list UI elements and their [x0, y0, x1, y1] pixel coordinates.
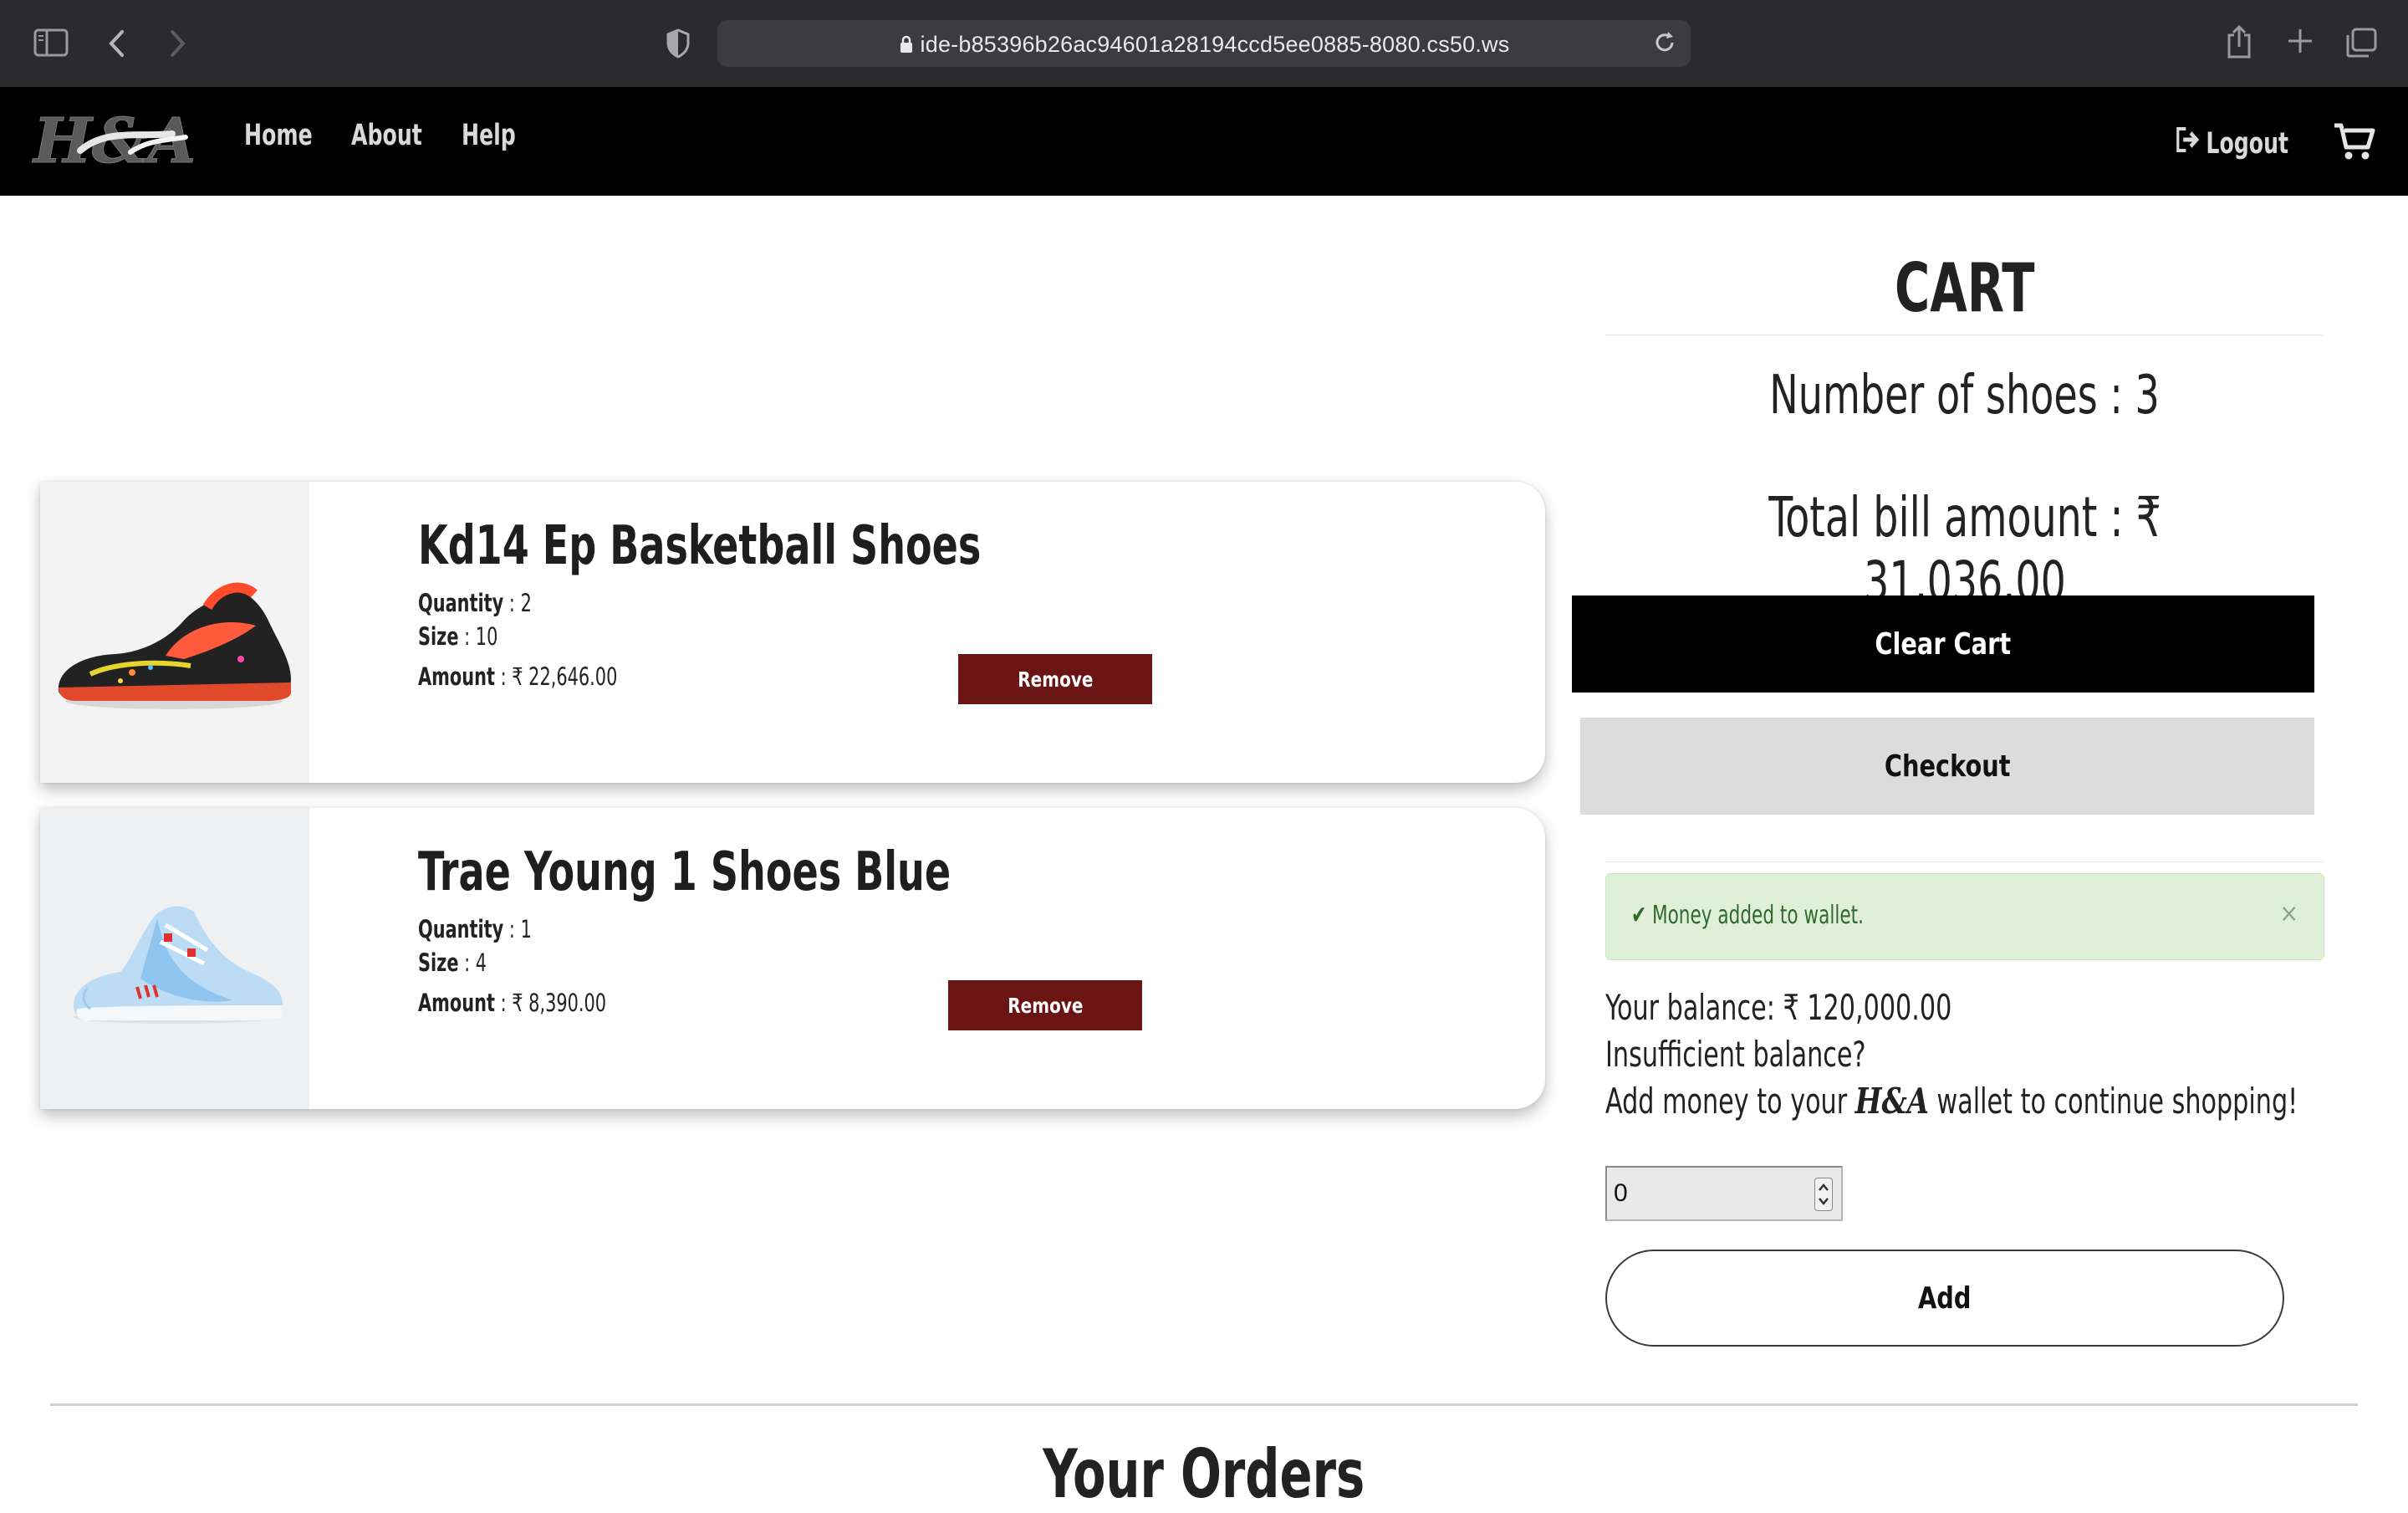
nav-link-about[interactable]: About — [351, 119, 422, 152]
remove-label: Remove — [1017, 667, 1094, 692]
product-image-trae-young — [40, 808, 309, 1109]
number-of-shoes: Number of shoes : 3 — [1605, 365, 2324, 427]
logout-link[interactable]: Logout — [2174, 125, 2288, 161]
amount-value: ₹ 8,390.00 — [512, 989, 607, 1017]
checkout-button[interactable]: Checkout — [1580, 718, 2314, 815]
wallet-balance: Your balance: ₹ 120,000.00 — [1605, 987, 1952, 1028]
remove-label: Remove — [1007, 993, 1084, 1018]
quantity-value: 1 — [520, 915, 532, 943]
wallet-amount-value: 0 — [1614, 1179, 1628, 1207]
amount-label: Amount — [418, 662, 495, 691]
orders-divider — [50, 1403, 2358, 1406]
share-icon[interactable] — [2226, 23, 2252, 64]
add-money-prefix: Add money to your — [1605, 1081, 1848, 1122]
url-value: ide-b85396b26ac94601a28194ccd5ee0885-808… — [920, 32, 1510, 57]
quantity-line: Quantity : 1 — [418, 915, 532, 943]
checkout-label: Checkout — [1884, 749, 2011, 784]
product-title: Trae Young 1 Shoes Blue — [418, 841, 951, 903]
number-of-shoes-text: Number of shoes : 3 — [1769, 365, 2161, 427]
amount-line: Amount : ₹ 22,646.00 — [418, 662, 618, 691]
clear-cart-label: Clear Cart — [1875, 626, 2012, 662]
remove-button[interactable]: Remove — [958, 654, 1152, 704]
orders-title: Your Orders — [0, 1435, 2408, 1513]
site-logo[interactable]: H&A — [30, 104, 196, 179]
orders-title-text: Your Orders — [1043, 1435, 1365, 1513]
size-value: 10 — [475, 622, 498, 651]
site-navbar: H&A Home About Help Logout — [0, 87, 2408, 196]
amount-label: Amount — [418, 989, 495, 1017]
size-line: Size : 10 — [418, 622, 498, 651]
cart-title-text: CART — [1895, 249, 2035, 327]
cart-icon[interactable] — [2333, 120, 2376, 166]
logout-icon — [2174, 125, 2201, 161]
shield-icon[interactable] — [666, 28, 691, 62]
sidebar-icon[interactable] — [33, 28, 69, 60]
amount-value: ₹ 22,646.00 — [512, 662, 618, 691]
quantity-line: Quantity : 2 — [418, 589, 532, 617]
size-value: 4 — [475, 948, 487, 977]
size-label: Size — [418, 948, 459, 977]
cart-title: CART — [1605, 249, 2324, 327]
reload-icon[interactable] — [1650, 28, 1679, 60]
total-bill-text: Total bill amount : ₹ 31,036.00 — [1768, 485, 2161, 614]
browser-toolbar: ide-b85396b26ac94601a28194ccd5ee0885-808… — [0, 0, 2408, 87]
wallet-divider — [1605, 861, 2323, 862]
cart-item-card: Kd14 Ep Basketball Shoes Quantity : 2 Si… — [40, 482, 1545, 783]
size-line: Size : 4 — [418, 948, 487, 977]
insufficient-balance-text: Insufficient balance? — [1605, 1034, 1866, 1075]
alert-message: ✔ Money added to wallet. — [1631, 901, 1864, 930]
amount-line: Amount : ₹ 8,390.00 — [418, 989, 607, 1017]
remove-button[interactable]: Remove — [948, 980, 1142, 1030]
clear-cart-button[interactable]: Clear Cart — [1572, 595, 2314, 693]
logout-label: Logout — [2206, 126, 2289, 161]
nav-link-help[interactable]: Help — [462, 119, 516, 152]
add-money-label: Add — [1918, 1280, 1972, 1316]
add-money-button[interactable]: Add — [1605, 1250, 2284, 1347]
back-icon[interactable] — [107, 28, 127, 62]
total-bill-amount: Total bill amount : ₹ 31,036.00 — [1605, 485, 2324, 614]
nav-link-home[interactable]: Home — [244, 119, 313, 152]
add-money-text: Add money to your H&A wallet to continue… — [1605, 1081, 2298, 1122]
tabs-overview-icon[interactable] — [2344, 27, 2378, 62]
product-image-kd14 — [40, 482, 309, 783]
brand-name: H&A — [1854, 1081, 1929, 1122]
size-label: Size — [418, 622, 459, 651]
quantity-label: Quantity — [418, 915, 504, 943]
cart-item-card: Trae Young 1 Shoes Blue Quantity : 1 Siz… — [40, 808, 1545, 1109]
new-tab-icon[interactable] — [2286, 27, 2314, 59]
forward-icon[interactable] — [167, 28, 187, 62]
product-title: Kd14 Ep Basketball Shoes — [418, 515, 982, 577]
quantity-label: Quantity — [418, 589, 504, 617]
lock-icon — [899, 34, 914, 60]
url-text: ide-b85396b26ac94601a28194ccd5ee0885-808… — [717, 32, 1691, 60]
quantity-value: 2 — [520, 589, 532, 617]
number-spinner-icon[interactable] — [1814, 1178, 1833, 1211]
success-alert: ✔ Money added to wallet. × — [1605, 873, 2324, 960]
add-money-suffix: wallet to continue shopping! — [1936, 1081, 2298, 1122]
close-icon[interactable]: × — [2279, 899, 2298, 928]
address-bar[interactable]: ide-b85396b26ac94601a28194ccd5ee0885-808… — [717, 20, 1691, 67]
wallet-amount-input[interactable]: 0 — [1605, 1166, 1843, 1221]
